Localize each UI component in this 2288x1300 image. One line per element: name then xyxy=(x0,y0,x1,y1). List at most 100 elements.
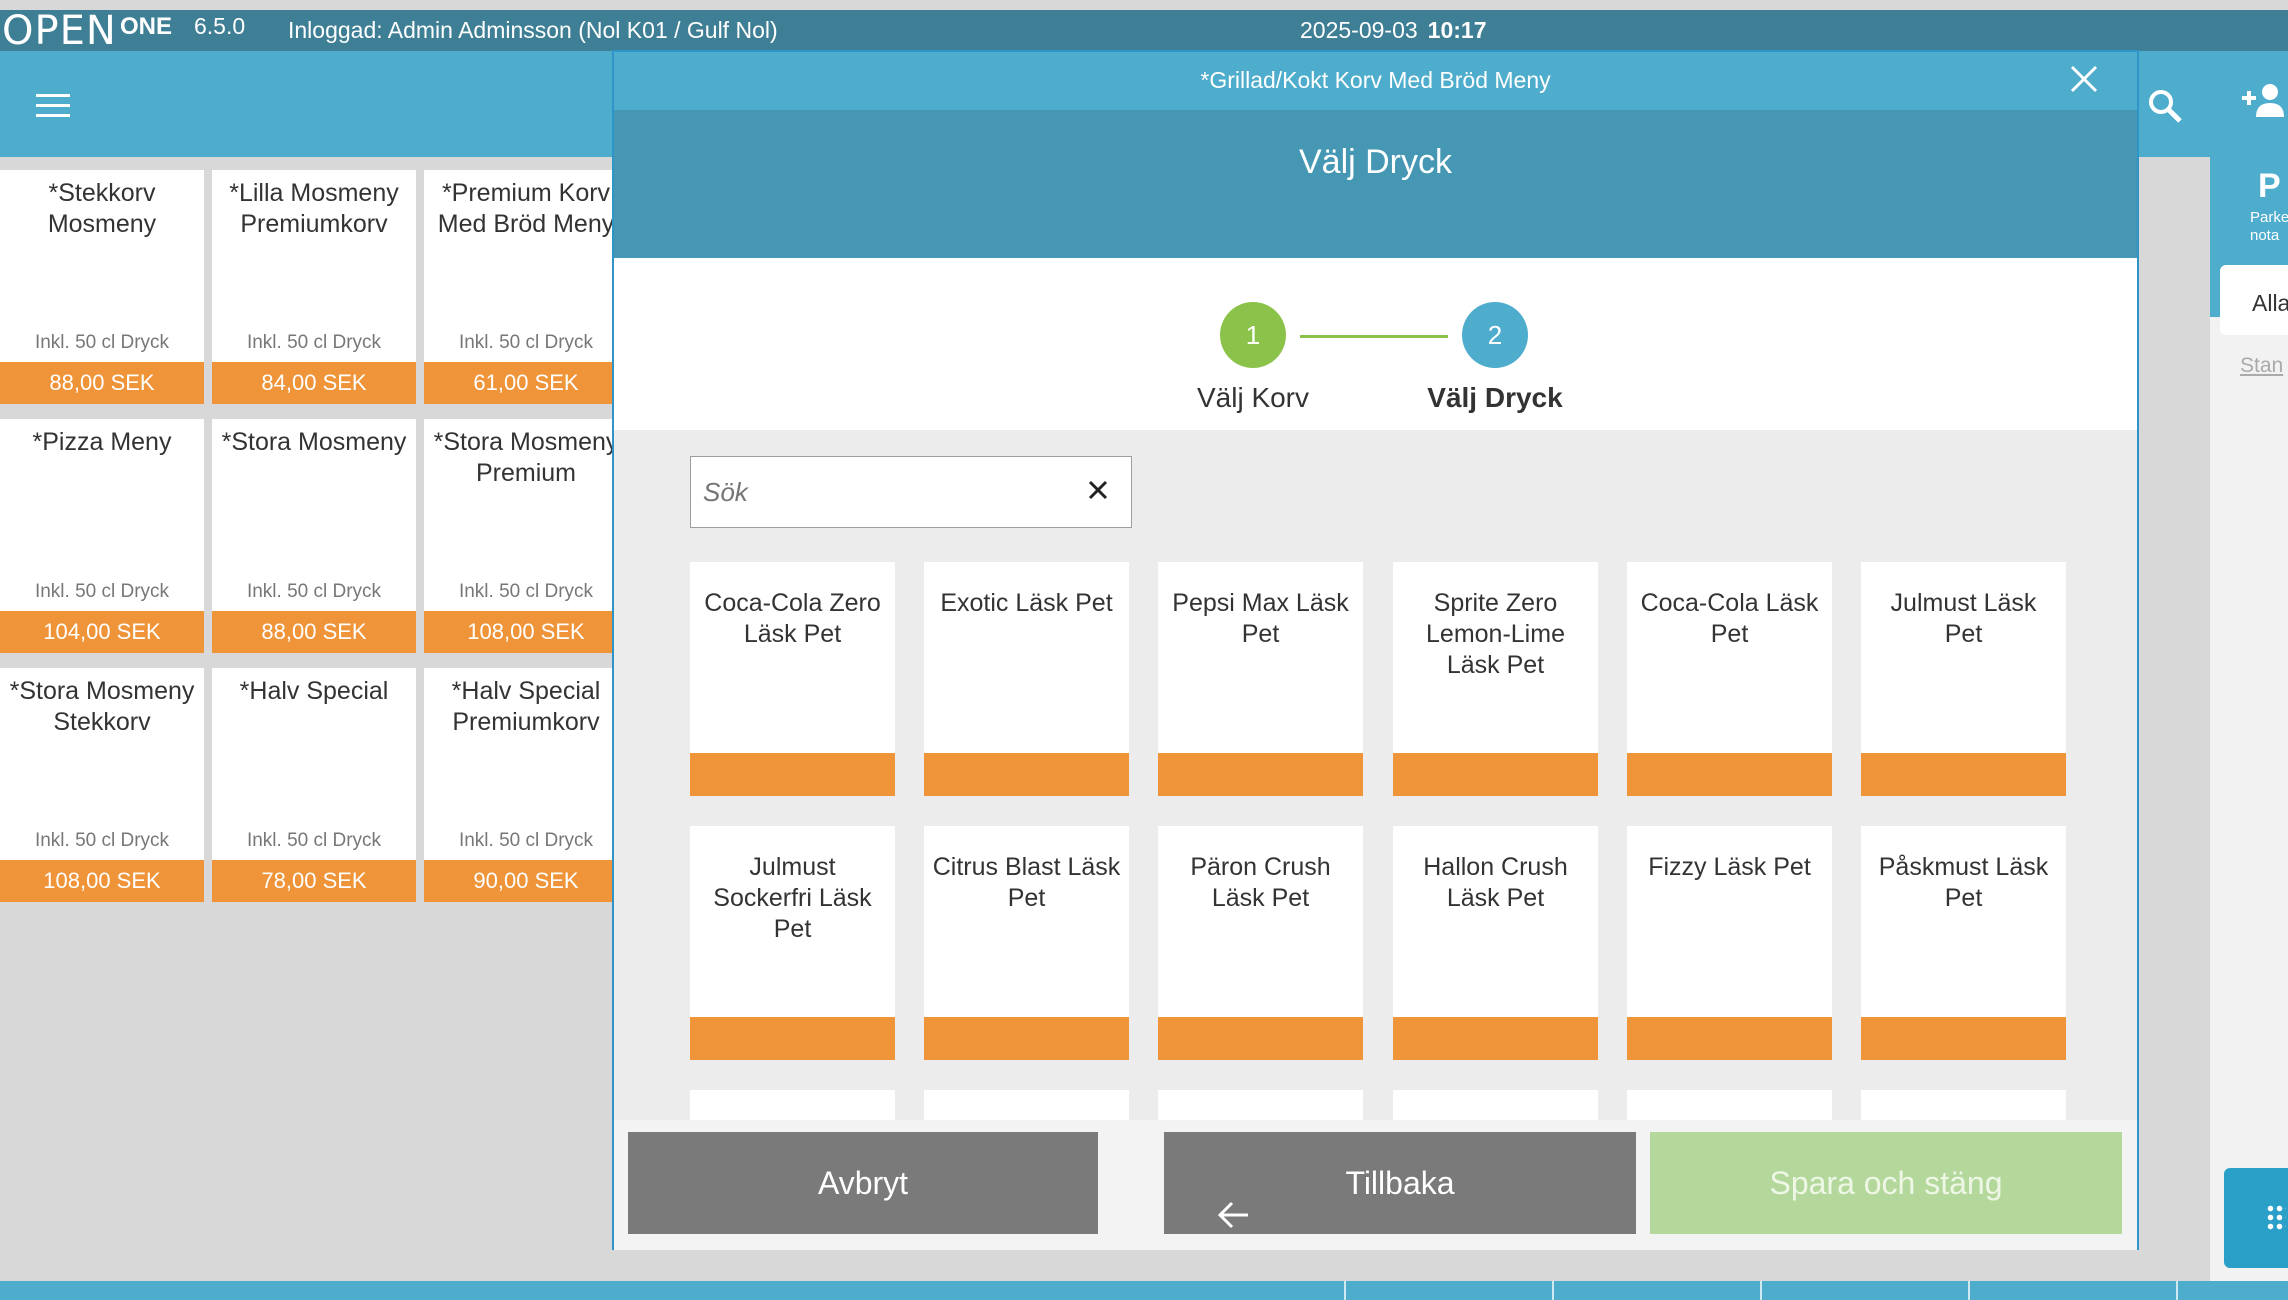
drink-tile[interactable]: Julmust Sockerfri Läsk Pet xyxy=(690,826,895,1060)
drink-name: Påskmust Läsk Pet xyxy=(1878,853,2049,912)
stepper-area: 1 2 Välj Korv Välj Dryck xyxy=(614,258,2137,430)
product-tile[interactable]: *Halv Special Premiumkorv Inkl. 50 cl Dry… xyxy=(424,668,628,902)
product-info: Inkl. 50 cl Dryck xyxy=(458,332,594,353)
cancel-button[interactable]: Avbryt xyxy=(628,1132,1098,1234)
drink-price-bar xyxy=(924,1017,1129,1060)
product-tile[interactable]: *Lilla Mosmeny Premiumkorv Inkl. 50 cl Dr… xyxy=(212,170,416,404)
drink-tile[interactable]: Hallon Crush Läsk Pet xyxy=(1393,826,1598,1060)
right-panel: P Parker nota Alla Stan xyxy=(2210,51,2288,1281)
version-label: 6.5.0 xyxy=(194,13,246,39)
product-price: 104,00 SEK xyxy=(0,611,204,653)
drink-tile[interactable]: Päron Crush Läsk Pet xyxy=(1158,826,1363,1060)
step-connector xyxy=(1300,335,1448,338)
parker-nota-label[interactable]: Parker nota xyxy=(2250,209,2288,245)
step-title: Välj Dryck xyxy=(614,110,2137,258)
drink-tile[interactable]: Sprite Zero Lemon-Lime Läsk Pet xyxy=(1393,562,1598,796)
logged-in-user: Inloggad: Admin Adminsson (Nol K01 / Gul… xyxy=(288,17,778,43)
product-info: Inkl. 50 cl Dryck xyxy=(34,830,170,851)
product-price: 88,00 SEK xyxy=(212,611,416,653)
drink-tile[interactable]: Coca-Cola Läsk Pet xyxy=(1627,562,1832,796)
drink-tile[interactable]: Julmust Läsk Pet xyxy=(1861,562,2066,796)
product-price: 61,00 SEK xyxy=(424,362,628,404)
product-name: *Stora Mosmeny Premium xyxy=(433,428,619,487)
product-tile[interactable]: *Stora Mosmeny Premium Inkl. 50 cl Dryck 1… xyxy=(424,419,628,653)
tab-alla[interactable]: Alla xyxy=(2220,265,2288,335)
date-label: 2025-09-03 xyxy=(1300,17,1418,43)
drink-price-bar xyxy=(924,753,1129,796)
drink-list-area: Coca-Cola Zero Läsk Pet Exotic Läsk Pet Pe… xyxy=(614,430,2137,1170)
product-price: 88,00 SEK xyxy=(0,362,204,404)
product-tile[interactable]: *Pizza Meny Inkl. 50 cl Dryck 104,00 SEK xyxy=(0,419,204,653)
drink-tile[interactable]: Coca-Cola Zero Läsk Pet xyxy=(690,562,895,796)
drink-price-bar xyxy=(1158,753,1363,796)
drink-price-bar xyxy=(1158,1017,1363,1060)
product-name: *Premium Korv Med Bröd Meny xyxy=(437,179,615,238)
drink-tile[interactable]: Påskmust Läsk Pet xyxy=(1861,826,2066,1060)
product-tile[interactable]: *Stekkorv Mosmeny Inkl. 50 cl Dryck 88,00 … xyxy=(0,170,204,404)
product-price: 90,00 SEK xyxy=(424,860,628,902)
product-info: Inkl. 50 cl Dryck xyxy=(458,581,594,602)
product-name: ONE xyxy=(120,13,173,40)
step-2-label[interactable]: Välj Dryck xyxy=(1395,382,1595,414)
drink-tile[interactable]: Fizzy Läsk Pet xyxy=(1627,826,1832,1060)
drink-tile[interactable]: Pepsi Max Läsk Pet xyxy=(1158,562,1363,796)
search-icon[interactable] xyxy=(2146,87,2186,132)
drink-name: Päron Crush Läsk Pet xyxy=(1190,853,1331,912)
bottom-bar xyxy=(0,1281,2288,1300)
status-bar: OPEN ONE 6.5.0 Inloggad: Admin Adminsson… xyxy=(0,10,2288,51)
product-config-modal: *Grillad/Kokt Korv Med Bröd Meny Välj Dr… xyxy=(612,50,2139,1250)
product-tile[interactable]: *Stora Mosmeny Inkl. 50 cl Dryck 88,00 SEK xyxy=(212,419,416,653)
product-info: Inkl. 50 cl Dryck xyxy=(246,830,382,851)
product-info: Inkl. 50 cl Dryck xyxy=(246,581,382,602)
step-1-label[interactable]: Välj Korv xyxy=(1153,382,1353,414)
clear-search-icon[interactable] xyxy=(1087,479,1109,506)
add-user-icon[interactable] xyxy=(2242,81,2288,126)
modal-title: *Grillad/Kokt Korv Med Bröd Meny xyxy=(614,52,2137,110)
parker-nota-icon[interactable]: P xyxy=(2258,167,2281,206)
product-name: *Stora Mosmeny xyxy=(221,428,407,456)
product-price: 84,00 SEK xyxy=(212,362,416,404)
drink-price-bar xyxy=(690,753,895,796)
drink-name: Exotic Läsk Pet xyxy=(940,589,1113,617)
hamburger-menu-icon[interactable] xyxy=(36,94,70,118)
product-name: *Pizza Meny xyxy=(32,428,172,456)
drink-name: Coca-Cola Zero Läsk Pet xyxy=(704,589,881,648)
keypad-icon xyxy=(2266,1204,2286,1232)
drink-name: Julmust Sockerfri Läsk Pet xyxy=(713,853,872,943)
step-1-circle[interactable]: 1 xyxy=(1220,302,1286,368)
drink-tile[interactable]: Citrus Blast Läsk Pet xyxy=(924,826,1129,1060)
product-info: Inkl. 50 cl Dryck xyxy=(34,332,170,353)
time-label: 10:17 xyxy=(1427,17,1487,43)
drink-price-bar xyxy=(1627,1017,1832,1060)
stan-link[interactable]: Stan xyxy=(2240,354,2283,378)
product-tile[interactable]: *Stora Mosmeny Stekkorv Inkl. 50 cl Dryck… xyxy=(0,668,204,902)
product-info: Inkl. 50 cl Dryck xyxy=(246,332,382,353)
app-logo: OPEN xyxy=(2,8,117,54)
drink-name: Pepsi Max Läsk Pet xyxy=(1172,589,1349,648)
drink-price-bar xyxy=(1861,753,2066,796)
drink-name: Julmust Läsk Pet xyxy=(1890,589,2037,648)
search-input[interactable] xyxy=(703,471,1053,513)
product-tile[interactable]: *Halv Special Inkl. 50 cl Dryck 78,00 SEK xyxy=(212,668,416,902)
product-tile[interactable]: *Premium Korv Med Bröd Meny Inkl. 50 cl D… xyxy=(424,170,628,404)
drink-tile[interactable]: Exotic Läsk Pet xyxy=(924,562,1129,796)
keypad-button[interactable] xyxy=(2224,1168,2288,1268)
search-box[interactable] xyxy=(690,456,1132,528)
close-icon[interactable] xyxy=(2069,64,2099,94)
step-2-circle[interactable]: 2 xyxy=(1462,302,1528,368)
product-info: Inkl. 50 cl Dryck xyxy=(34,581,170,602)
drink-name: Citrus Blast Läsk Pet xyxy=(932,853,1121,912)
product-price: 108,00 SEK xyxy=(0,860,204,902)
drink-name: Hallon Crush Läsk Pet xyxy=(1423,853,1568,912)
product-name: *Lilla Mosmeny Premiumkorv xyxy=(229,179,399,238)
save-and-close-button[interactable]: Spara och stäng xyxy=(1650,1132,2122,1234)
product-info: Inkl. 50 cl Dryck xyxy=(458,830,594,851)
drink-price-bar xyxy=(1393,753,1598,796)
back-button[interactable]: Tillbaka xyxy=(1164,1132,1636,1234)
product-name: *Stekkorv Mosmeny xyxy=(47,179,157,238)
modal-footer: Avbryt Tillbaka Spara och stäng xyxy=(614,1120,2137,1250)
drink-name: Coca-Cola Läsk Pet xyxy=(1640,589,1819,648)
back-button-label: Tillbaka xyxy=(1345,1165,1455,1201)
product-name: *Halv Special Premiumkorv xyxy=(451,677,601,736)
product-price: 108,00 SEK xyxy=(424,611,628,653)
